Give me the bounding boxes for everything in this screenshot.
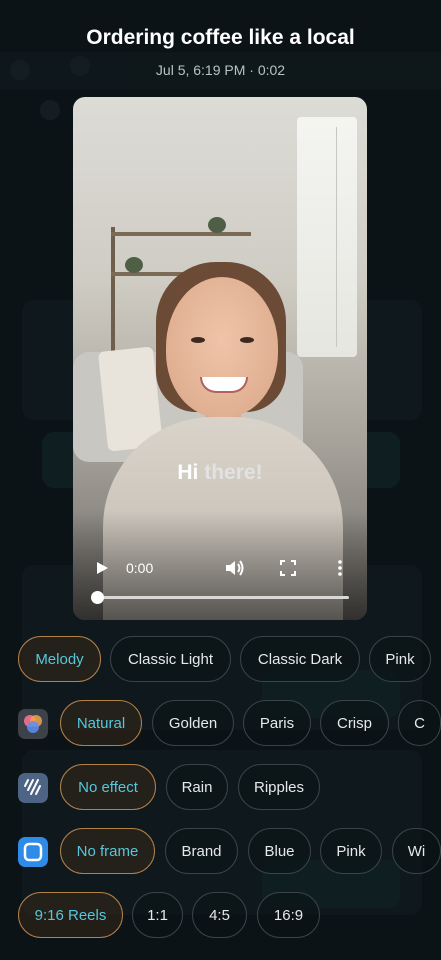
video-caption: Hi there!: [73, 461, 367, 485]
current-time: 0:00: [126, 560, 154, 576]
filter-option[interactable]: Crisp: [320, 700, 389, 746]
theme-option[interactable]: Melody: [18, 636, 101, 682]
page-title: Ordering coffee like a local: [86, 26, 355, 49]
video-person-eye: [191, 337, 205, 343]
more-options-icon[interactable]: [335, 559, 345, 577]
video-player[interactable]: Hi there! 0:00: [73, 97, 367, 620]
filter-option[interactable]: Golden: [152, 700, 234, 746]
bg-avatar: [40, 100, 60, 120]
frame-icon: [18, 837, 48, 867]
caption-word: there!: [204, 461, 263, 484]
aspect-ratio-option[interactable]: 9:16 Reels: [18, 892, 123, 938]
frame-option[interactable]: No frame: [60, 828, 155, 874]
aspect-ratio-option[interactable]: 4:5: [192, 892, 247, 938]
aspect-ratio-option[interactable]: 1:1: [132, 892, 183, 938]
frame-option[interactable]: Blue: [248, 828, 311, 874]
theme-option[interactable]: Classic Light: [110, 636, 231, 682]
volume-icon[interactable]: [225, 559, 245, 577]
filter-option[interactable]: C: [398, 700, 441, 746]
filters-icon: [18, 709, 48, 739]
recording-meta: Jul 5, 6:19 PM · 0:02: [155, 62, 286, 78]
video-window-decor: [297, 117, 357, 357]
video-person-face: [166, 277, 278, 417]
video-plant-decor: [208, 217, 226, 233]
rain-effect-icon: [18, 773, 48, 803]
caption-word: Hi: [177, 461, 199, 484]
effect-option[interactable]: Ripples: [238, 764, 320, 810]
fullscreen-icon[interactable]: [280, 560, 296, 576]
theme-option[interactable]: Classic Dark: [240, 636, 360, 682]
filter-option[interactable]: Paris: [243, 700, 311, 746]
effect-option[interactable]: No effect: [60, 764, 156, 810]
effect-option[interactable]: Rain: [166, 764, 228, 810]
frame-option[interactable]: Brand: [165, 828, 238, 874]
video-window-decor: [336, 127, 337, 347]
video-person-eye: [240, 337, 254, 343]
frame-option[interactable]: Wi: [392, 828, 441, 874]
video-plant-decor: [125, 257, 143, 273]
video-controls: 0:00: [73, 555, 367, 620]
play-icon[interactable]: [95, 561, 109, 575]
header: Ordering coffee like a local Jul 5, 6:19…: [0, 26, 441, 78]
filter-option[interactable]: Natural: [60, 700, 142, 746]
frame-option[interactable]: Pink: [320, 828, 382, 874]
video-scrubber[interactable]: [91, 591, 349, 604]
aspect-ratio-option[interactable]: 16:9: [257, 892, 320, 938]
theme-option[interactable]: Pink: [369, 636, 431, 682]
video-shelf-decor: [111, 232, 251, 236]
scrubber-thumb[interactable]: [91, 591, 104, 604]
